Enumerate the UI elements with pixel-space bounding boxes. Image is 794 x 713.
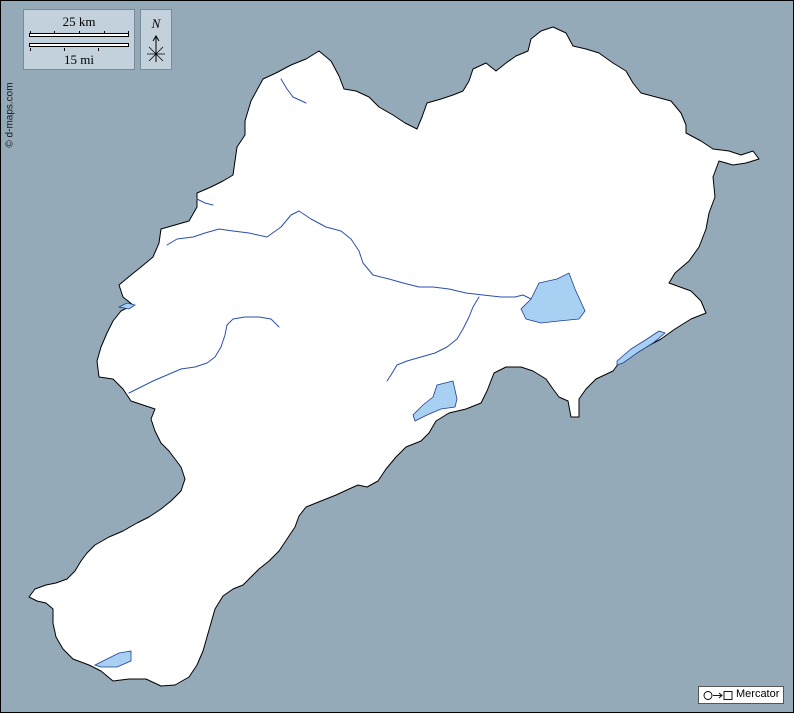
scale-tick [98,48,99,51]
scale-bar-panel: 25 km 15 mi [23,9,135,70]
scale-tick [104,31,105,34]
scale-tick [30,48,31,51]
credit-text: © d-maps.com [4,82,16,148]
scale-bar-km [29,31,129,37]
scale-mi-label: 15 mi [64,52,94,67]
map-frame: © d-maps.com 25 km 15 mi N Mercator [0,0,794,713]
credit: © d-maps.com [4,79,16,151]
projection-label: Mercator [736,688,780,700]
scale-tick [30,31,31,34]
scale-km-label: 25 km [62,14,96,29]
scale-tick [128,31,129,34]
projection-icon [703,691,733,700]
north-label: N [151,16,161,31]
compass-panel: N [140,9,172,70]
scale-bar-mi [29,43,129,51]
scale-tick [64,48,65,51]
north-arrow-icon [147,35,165,62]
scale-tick [79,31,80,34]
projection-badge: Mercator [698,686,784,704]
map-canvas [1,1,793,712]
scale-tick [54,31,55,34]
